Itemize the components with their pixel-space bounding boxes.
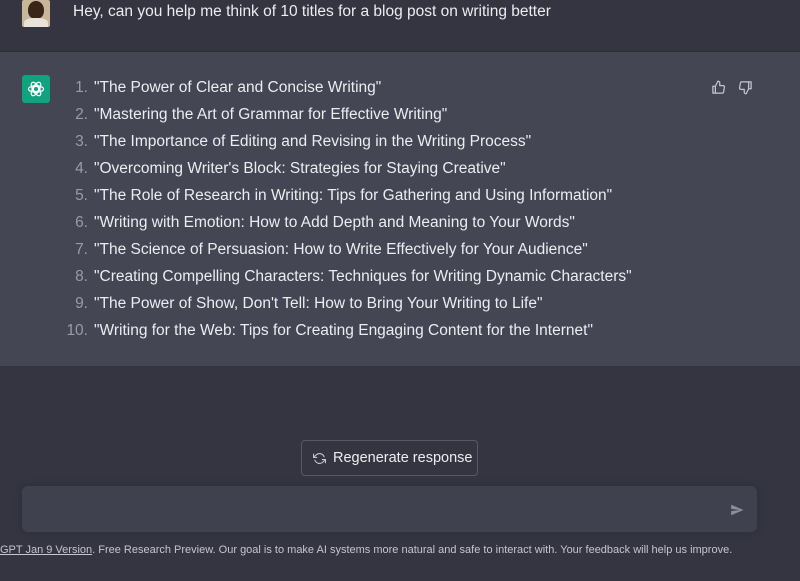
footer-text: . Free Research Preview. Our goal is to …	[92, 544, 733, 556]
list-item-text: "The Power of Show, Don't Tell: How to B…	[94, 295, 543, 312]
user-message-row: Hey, can you help me think of 10 titles …	[0, 0, 800, 52]
list-item-text: "Creating Compelling Characters: Techniq…	[94, 268, 632, 285]
list-item-number: 10.	[66, 322, 88, 339]
list-item: 1. "The Power of Clear and Concise Writin…	[58, 76, 632, 103]
regenerate-response-button[interactable]: Regenerate response	[301, 440, 478, 476]
regenerate-label: Regenerate response	[333, 450, 473, 466]
list-item: 3. "The Importance of Editing and Revisin…	[58, 130, 632, 157]
list-item-text: "The Importance of Editing and Revising …	[94, 133, 532, 150]
list-item-number: 7.	[75, 241, 88, 258]
footer-disclaimer: GPT Jan 9 Version. Free Research Preview…	[0, 544, 800, 560]
refresh-icon	[313, 452, 326, 465]
list-item-number: 6.	[75, 214, 88, 231]
list-item-number: 1.	[75, 79, 88, 96]
list-item: 9. "The Power of Show, Don't Tell: How to…	[58, 292, 632, 319]
list-item: 8. "Creating Compelling Characters: Techn…	[58, 265, 632, 292]
thumbs-up-icon[interactable]	[709, 78, 727, 96]
list-item: 10. "Writing for the Web: Tips for Creati…	[58, 319, 632, 346]
list-item-text: "Writing for the Web: Tips for Creating …	[94, 322, 593, 339]
list-item-text: "The Power of Clear and Concise Writing"	[94, 79, 382, 96]
title-list: 1. "The Power of Clear and Concise Writin…	[58, 76, 632, 346]
list-item: 4. "Overcoming Writer's Block: Strategies…	[58, 157, 632, 184]
send-icon[interactable]	[728, 501, 746, 519]
list-item-number: 3.	[75, 133, 88, 150]
message-composer	[22, 486, 757, 532]
list-item-text: "The Role of Research in Writing: Tips f…	[94, 187, 613, 204]
list-item: 5. "The Role of Research in Writing: Tips…	[58, 184, 632, 211]
avatar-shirt	[24, 18, 48, 27]
assistant-message-row: 1. "The Power of Clear and Concise Writin…	[0, 52, 800, 366]
list-item-number: 2.	[75, 106, 88, 123]
list-item-text: "Overcoming Writer's Block: Strategies f…	[94, 160, 506, 177]
list-item-number: 9.	[75, 295, 88, 312]
avatar-face	[28, 1, 44, 19]
list-item-number: 5.	[75, 187, 88, 204]
list-item: 6. "Writing with Emotion: How to Add Dept…	[58, 211, 632, 238]
list-item: 7. "The Science of Persuasion: How to Wri…	[58, 238, 632, 265]
openai-logo-icon	[22, 75, 50, 103]
message-input[interactable]	[36, 498, 716, 522]
list-item-number: 4.	[75, 160, 88, 177]
list-item-text: "Mastering the Art of Grammar for Effect…	[94, 106, 448, 123]
list-item-text: "Writing with Emotion: How to Add Depth …	[94, 214, 575, 231]
list-item-text: "The Science of Persuasion: How to Write…	[94, 241, 588, 258]
list-item: 2. "Mastering the Art of Grammar for Effe…	[58, 103, 632, 130]
version-link[interactable]: GPT Jan 9 Version	[0, 544, 92, 556]
thumbs-down-icon[interactable]	[736, 78, 754, 96]
user-message-text: Hey, can you help me think of 10 titles …	[73, 3, 551, 20]
list-item-number: 8.	[75, 268, 88, 285]
user-avatar	[22, 0, 50, 27]
